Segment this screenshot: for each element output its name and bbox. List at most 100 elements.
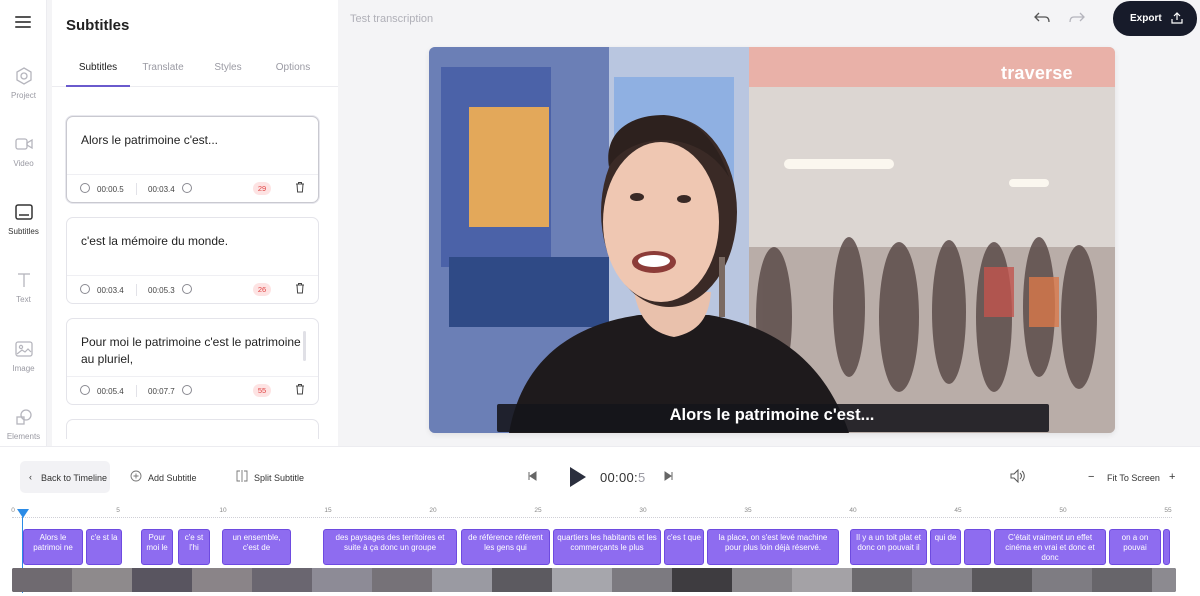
subtitle-meta: 00:03.4 00:05.3 26 [67,275,318,303]
rail-item-video[interactable]: Video [0,134,47,168]
filmstrip-frame [192,568,252,592]
undo-icon[interactable] [1033,11,1051,25]
subtitle-segment[interactable]: Alors le patrimoi ne [23,529,83,565]
subtitle-segment[interactable]: des paysages des territoires et suite à … [323,529,457,565]
subtitle-segment[interactable] [1163,529,1170,565]
subtitle-segment[interactable]: c'e st l'hi [178,529,210,565]
ruler-tick-label: 55 [1164,507,1172,514]
filmstrip-frame [12,568,72,592]
tab-translate[interactable]: Translate [131,62,195,73]
zoom-in-button[interactable]: + [1169,471,1175,483]
subtitle-segment[interactable]: on a on pouvai [1109,529,1161,565]
subtitle-card[interactable]: c'est la mémoire du monde. 00:03.4 00:05… [66,217,319,304]
filmstrip-frame [312,568,372,592]
subtitle-segment[interactable] [964,529,991,565]
subtitle-meta: 00:00.5 00:03.4 29 [67,174,318,202]
end-time[interactable]: 00:03.4 [148,185,175,194]
char-count-badge: 55 [253,384,271,397]
export-button[interactable]: Export [1113,1,1197,36]
tab-options[interactable]: Options [261,62,325,73]
menu-icon[interactable] [15,16,31,28]
panel-title: Subtitles [66,17,130,34]
filmstrip-frame [732,568,792,592]
subtitle-segment[interactable]: c'es t que [664,529,704,565]
subtitle-segment[interactable]: quartiers les habitants et les commerçan… [553,529,661,565]
subtitle-text[interactable]: Alors le patrimoine c'est... [81,132,302,149]
subtitle-card[interactable]: Alors le patrimoine c'est... 00:00.5 00:… [66,116,319,203]
subtitle-segment[interactable]: c'e st la [86,529,122,565]
skip-back-icon[interactable] [527,471,537,481]
clock-icon [182,183,192,193]
time-main: 00:00: [600,470,638,485]
rail-label: Video [13,159,34,168]
ruler-tick-label: 25 [534,507,542,514]
subtitle-segment[interactable]: Pour moi le [141,529,173,565]
trash-icon[interactable] [295,181,305,193]
trash-icon[interactable] [295,282,305,294]
subtitle-track: Alors le patrimoi ne c'e st la Pour moi … [12,529,1174,565]
document-title[interactable]: Test transcription [350,13,433,25]
ruler-tick-label: 0 [11,507,15,514]
back-to-timeline-button[interactable]: ‹ Back to Timeline [20,461,110,493]
brand-watermark: traverse [1001,63,1073,83]
video-filmstrip[interactable] [12,568,1176,592]
clock-icon [182,284,192,294]
volume-icon[interactable] [1010,469,1026,483]
subtitle-segment[interactable]: un ensemble, c'est de [222,529,291,565]
add-subtitle-button[interactable]: Add Subtitle [130,470,197,483]
rail-item-elements[interactable]: Elements [0,407,47,441]
play-icon[interactable] [568,466,588,488]
filmstrip-frame [1152,568,1176,592]
subtitle-text[interactable]: c'est la mémoire du monde. [81,233,302,250]
time-ruler[interactable]: 0 5 10 15 20 25 30 35 40 45 50 55 [0,507,1200,527]
filmstrip-frame [132,568,192,592]
time-fraction: 5 [637,470,646,485]
subtitle-segment[interactable]: de référence référent les gens qui [461,529,550,565]
active-tab-indicator [66,85,130,87]
playhead-handle[interactable] [17,509,29,519]
rail-label: Subtitles [8,227,39,236]
ruler-tick-label: 40 [849,507,857,514]
ruler-tick-label: 15 [324,507,332,514]
rail-item-subtitles[interactable]: Subtitles [0,202,47,236]
start-time[interactable]: 00:00.5 [97,185,124,194]
split-icon [236,470,248,482]
hexagon-icon [15,67,32,85]
text-scrollbar[interactable] [303,331,306,361]
rail-item-image[interactable]: Image [0,339,47,373]
tab-subtitles[interactable]: Subtitles [66,62,130,73]
rail-label: Elements [6,432,41,441]
rail-item-text[interactable]: Text [0,270,47,304]
current-time: 00:00:5 [600,470,645,485]
subtitle-segment[interactable]: Il y a un toit plat et donc on pouvait i… [850,529,927,565]
filmstrip-frame [1092,568,1152,592]
subtitle-segment[interactable]: qui de [930,529,961,565]
redo-icon[interactable] [1068,11,1086,25]
skip-forward-icon[interactable] [664,471,674,481]
subtitle-text[interactable]: Pour moi le patrimoine c'est le patrimoi… [81,334,302,368]
subtitle-segment[interactable]: la place, on s'est levé machine pour plu… [707,529,839,565]
end-time[interactable]: 00:05.3 [148,286,175,295]
chevron-left-icon: ‹ [29,472,32,482]
start-time[interactable]: 00:03.4 [97,286,124,295]
video-caption: Alors le patrimoine c'est... [669,406,875,424]
fit-to-screen-button[interactable]: Fit To Screen [1107,473,1160,483]
subtitle-card[interactable]: Pour moi le patrimoine c'est le patrimoi… [66,318,319,405]
image-icon [14,341,33,357]
rail-item-project[interactable]: Project [0,66,47,100]
end-time[interactable]: 00:07.7 [148,387,175,396]
ruler-tick-label: 30 [639,507,647,514]
start-time[interactable]: 00:05.4 [97,387,124,396]
filmstrip-frame [432,568,492,592]
clock-icon [80,385,90,395]
subtitle-card[interactable] [66,419,319,439]
video-preview[interactable]: traverse Alors le patrimoine c'est... [429,47,1115,433]
zoom-out-button[interactable]: − [1088,471,1094,483]
trash-icon[interactable] [295,383,305,395]
text-icon [17,273,30,287]
subtitle-segment[interactable]: C'était vraiment un effet cinéma en vrai… [994,529,1106,565]
filmstrip-frame [372,568,432,592]
tab-styles[interactable]: Styles [196,62,260,73]
split-subtitle-button[interactable]: Split Subtitle [236,470,304,483]
video-frame [429,47,1115,433]
